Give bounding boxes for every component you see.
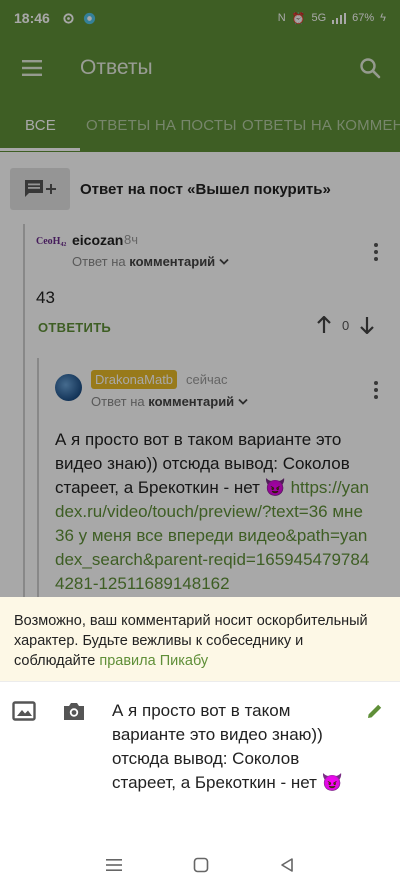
edit-button[interactable] (366, 702, 384, 725)
more-options-icon[interactable] (366, 242, 386, 262)
rules-link[interactable]: правила Пикабу (99, 653, 208, 669)
page-title: Ответы (80, 56, 153, 79)
app-notification-icon (83, 12, 95, 24)
signal-icon (332, 12, 347, 24)
comment-composer: А я просто вот в таком варианте это виде… (0, 681, 400, 840)
comment-add-icon (25, 180, 56, 197)
chevron-down-icon (238, 398, 248, 405)
tab-post-replies[interactable]: ОТВЕТЫ НА ПОСТЫ (86, 100, 237, 152)
tab-bar: ВСЕ ОТВЕТЫ НА ПОСТЫ ОТВЕТЫ НА КОММЕНТ (0, 100, 400, 152)
avatar[interactable] (55, 374, 82, 401)
reply-to-link[interactable]: Ответ на комментарий (72, 254, 229, 269)
comments-feed: Ответ на пост «Вышел покурить» CeoH₄₂ ei… (0, 152, 400, 597)
charging-icon: ϟ (380, 12, 386, 24)
reply-to-prefix: Ответ на (91, 394, 145, 409)
vote-controls: 0 (316, 316, 375, 334)
image-icon (12, 701, 36, 721)
status-time: 18:46 (14, 10, 50, 26)
avatar[interactable]: CeoH₄₂ (36, 236, 66, 256)
back-icon[interactable] (280, 857, 294, 873)
reply-to-target: комментарий (129, 254, 216, 269)
camera-button[interactable] (62, 700, 86, 727)
tab-all[interactable]: ВСЕ (25, 100, 56, 152)
comment-author[interactable]: DrakonaMatb (91, 370, 178, 389)
offensive-warning-banner: Возможно, ваш комментарий носит оскорбит… (0, 597, 400, 681)
reply-to-target: комментарий (148, 394, 235, 409)
reply-to-prefix: Ответ на (72, 254, 126, 269)
arrow-down-icon[interactable] (359, 316, 375, 334)
comment-body: А я просто вот в таком варианте это виде… (55, 428, 375, 596)
comment-text: 43 (36, 288, 55, 307)
post-title[interactable]: Ответ на пост «Вышел покурить» (80, 181, 331, 198)
vote-count: 0 (342, 317, 350, 333)
menu-button[interactable] (0, 36, 64, 100)
active-tab-indicator (0, 148, 80, 151)
tab-comment-replies[interactable]: ОТВЕТЫ НА КОММЕНТ (242, 100, 400, 152)
attach-image-button[interactable] (12, 700, 36, 727)
post-header[interactable]: Ответ на пост «Вышел покурить» (0, 167, 400, 211)
more-options-icon[interactable] (366, 380, 386, 400)
comment-input[interactable]: А я просто вот в таком варианте это виде… (112, 699, 344, 795)
system-nav-bar (0, 840, 400, 889)
status-indicators: N ⏰ 5G 67% ϟ (278, 12, 386, 25)
comment-time: сейчас (186, 372, 228, 387)
home-icon[interactable] (193, 857, 209, 873)
thread-line-nested (37, 358, 39, 597)
network-type: 5G (311, 12, 327, 24)
alarm-icon: ⏰ (291, 12, 306, 25)
hamburger-icon (22, 60, 42, 76)
recent-apps-icon[interactable] (105, 858, 122, 872)
status-bar: 18:46 N ⏰ 5G 67% ϟ (0, 0, 400, 36)
reply-button[interactable]: ОТВЕТИТЬ (38, 320, 111, 335)
comment-author[interactable]: eicozan (72, 232, 123, 248)
battery-level: 67% (352, 12, 375, 24)
chevron-down-icon (219, 258, 229, 265)
comment-time: 8ч (124, 232, 139, 247)
pencil-icon (368, 704, 382, 718)
nfc-icon: N (277, 12, 286, 24)
arrow-up-icon[interactable] (316, 316, 332, 334)
camera-icon (64, 703, 84, 720)
app-bar: Ответы (0, 36, 400, 100)
search-button[interactable] (340, 36, 400, 100)
comment-add-icon-box (10, 168, 70, 210)
gear-icon (63, 12, 74, 24)
thread-line (23, 224, 25, 597)
reply-to-link[interactable]: Ответ на комментарий (91, 394, 248, 409)
search-icon (360, 58, 381, 79)
